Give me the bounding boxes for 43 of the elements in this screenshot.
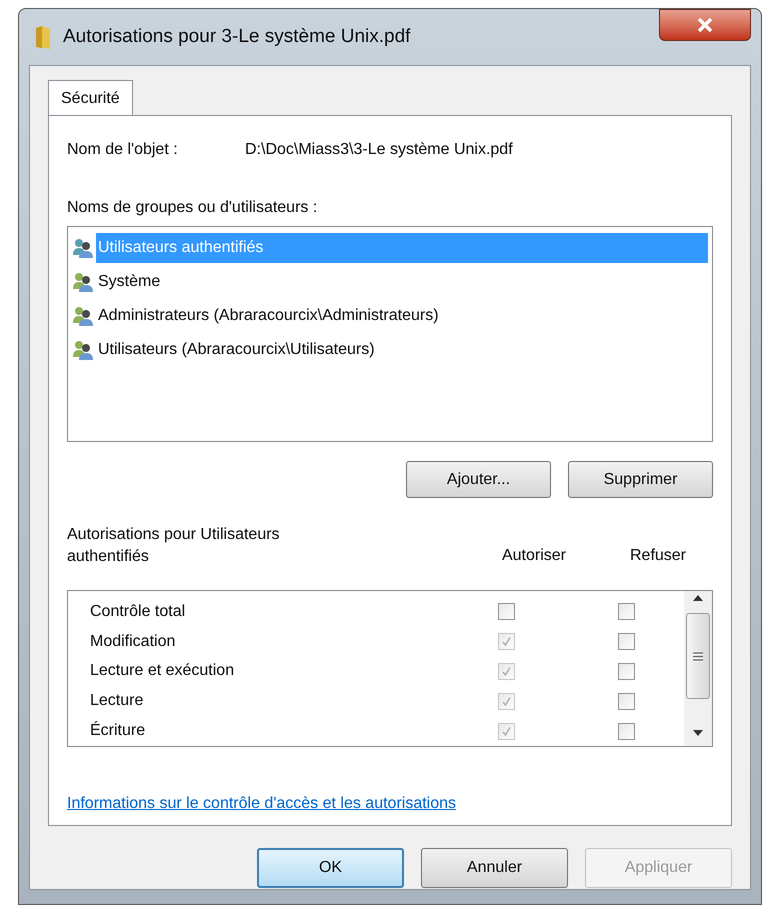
checkbox[interactable]: [618, 692, 635, 710]
column-header: Refuser: [628, 546, 688, 566]
check-icon: [501, 726, 512, 737]
users-icon: [72, 306, 94, 326]
object-name-label: Nom de l'objet :: [67, 140, 179, 160]
tab[interactable]: Sécurité: [48, 80, 133, 116]
checkbox[interactable]: [618, 633, 635, 650]
grip-icon: [693, 652, 703, 660]
users-icon: [72, 340, 94, 360]
dialog-button[interactable]: Annuler: [421, 848, 568, 888]
group-list-item[interactable]: Système: [96, 267, 708, 297]
users-icon: [72, 272, 94, 292]
scroll-up-icon: [693, 595, 703, 601]
checkbox[interactable]: [618, 662, 635, 680]
close-button[interactable]: [659, 9, 751, 41]
scrollbar-thumb[interactable]: [686, 613, 710, 699]
checkbox[interactable]: [618, 722, 635, 740]
check-icon: [501, 666, 512, 677]
group-action-button[interactable]: Ajouter...: [406, 461, 551, 498]
scrollbar[interactable]: [684, 591, 712, 746]
group-list-item[interactable]: Utilisateurs (Abraracourcix\Utilisateurs): [96, 335, 708, 365]
permission-name: Contrôle total: [89, 602, 186, 622]
scroll-down-icon: [693, 730, 703, 736]
group-list-item[interactable]: Administrateurs (Abraracourcix\Administrateurs): [96, 301, 708, 331]
permissions-label: Autorisations pour Utilisateurs authentifiés: [67, 525, 281, 567]
checkbox[interactable]: [618, 603, 635, 620]
help-link[interactable]: Informations sur le contrôle d'accès et les autorisations: [67, 792, 456, 816]
check-icon: [501, 696, 512, 707]
object-name-value: D:\Doc\Miass3\3-Le système Unix.pdf: [245, 140, 513, 160]
groups-label: Noms de groupes ou d'utilisateurs :: [67, 198, 318, 218]
group-action-button[interactable]: Supprimer: [568, 461, 713, 498]
dialog-button[interactable]: OK: [257, 848, 404, 888]
permission-name: Lecture: [89, 691, 144, 712]
window-title: Autorisations pour 3-Le système Unix.pdf: [63, 24, 410, 49]
check-icon: [501, 636, 512, 648]
users-icon: [72, 238, 94, 258]
checkbox[interactable]: [498, 603, 515, 620]
close-icon: [697, 18, 713, 32]
permission-name: Modification: [89, 632, 176, 652]
column-header: Autoriser: [500, 546, 568, 566]
permission-name: Lecture et exécution: [89, 661, 236, 682]
folder-icon: [35, 24, 51, 50]
permission-name: Écriture: [89, 720, 146, 742]
